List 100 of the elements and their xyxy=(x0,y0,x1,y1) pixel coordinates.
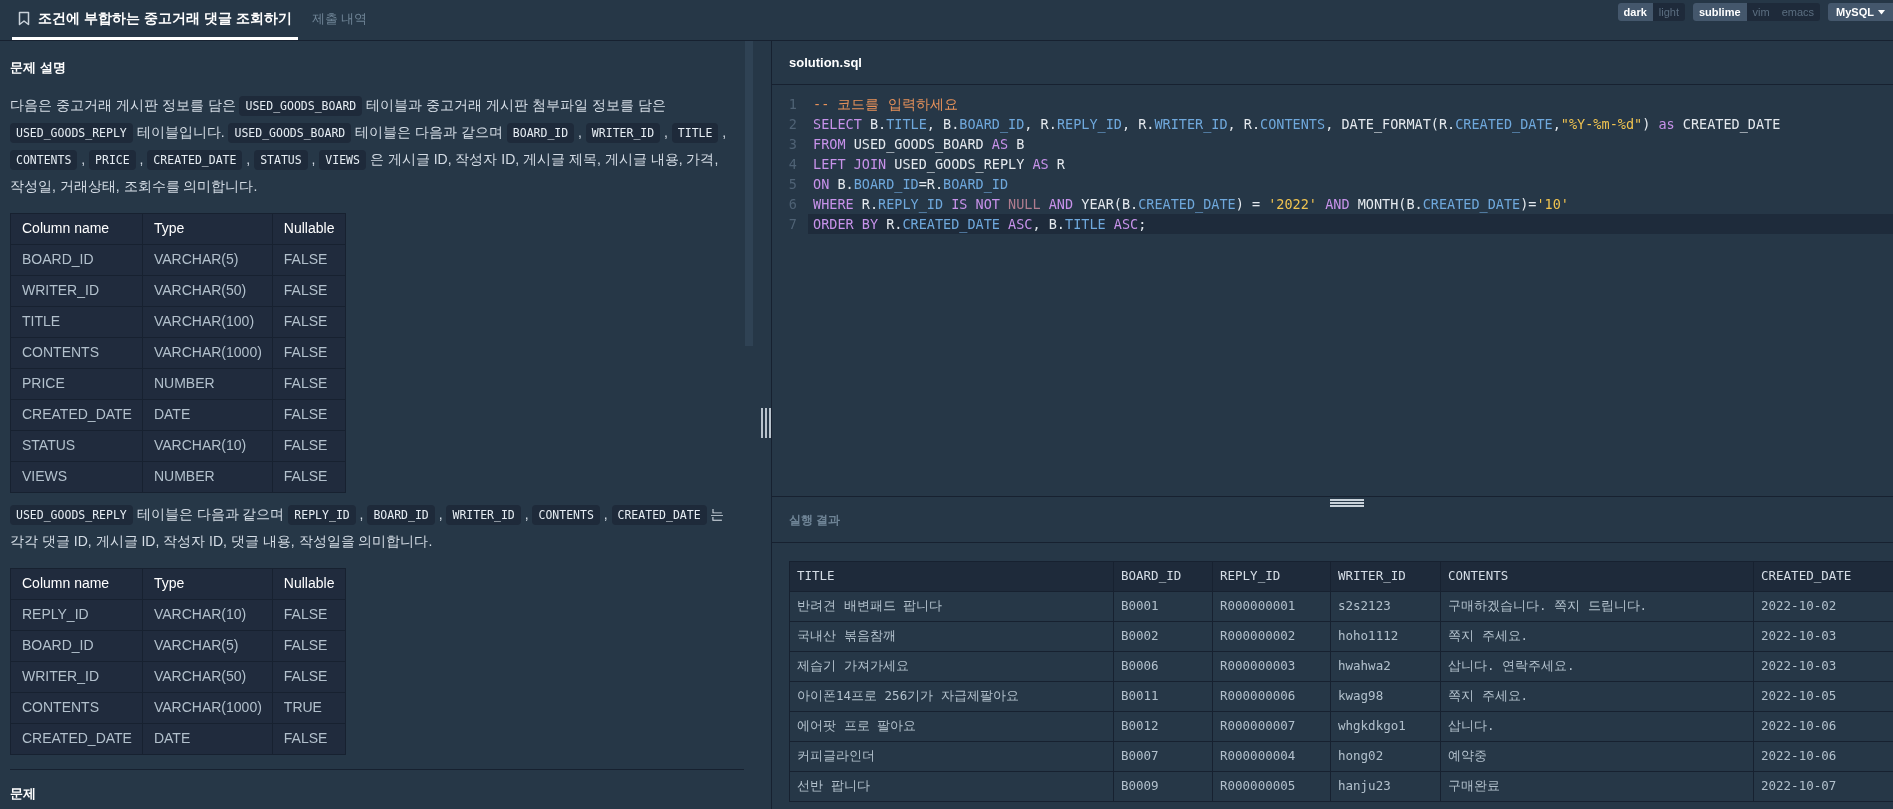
table-cell: R000000005 xyxy=(1212,771,1331,802)
table-cell: B0006 xyxy=(1113,651,1213,682)
column-header: CONTENTS xyxy=(1440,561,1754,592)
table-cell: 커피글라인더 xyxy=(789,741,1114,772)
table-cell: CREATED_DATE xyxy=(10,399,143,430)
table-cell: FALSE xyxy=(272,430,346,461)
table-cell: R000000006 xyxy=(1212,681,1331,712)
table-cell: WRITER_ID xyxy=(10,275,143,306)
resize-handle[interactable] xyxy=(1330,499,1364,507)
table-cell: hwahwa2 xyxy=(1330,651,1441,682)
table-cell: R000000007 xyxy=(1212,711,1331,742)
table-cell: B0007 xyxy=(1113,741,1213,772)
table-cell: FALSE xyxy=(272,337,346,368)
column-header: Nullable xyxy=(272,568,346,599)
column-header: Type xyxy=(142,213,273,244)
paragraph: 다음은 중고거래 게시판 정보를 담은 USED_GOODS_BOARD 테이블과 중고거래 게시판 첨부파일 정보를 담은 USED_GOODS_REPLY 테이블입니다. USED_GOODS_BOARD 테이블은 다음과 같으며 BOARD_ID , WRITER_ID , TITLE , CONTENTS , PRICE , CREATED_DATE , STATUS , VIEWS 은 게시글 ID, 작성자 ID, 게시글 제목, 게시글 내용, 가격, 작성일, 거래상태, 조회수를 의미합니다. xyxy=(10,94,728,196)
table-cell: B0011 xyxy=(1113,681,1213,712)
table-cell: FALSE xyxy=(272,599,346,630)
table-cell: 선반 팝니다 xyxy=(789,771,1114,802)
table-cell: BOARD_ID xyxy=(10,244,143,275)
table-cell: NUMBER xyxy=(142,368,273,399)
table-cell: 에어팟 프로 팔아요 xyxy=(789,711,1114,742)
table-cell: FALSE xyxy=(272,630,346,661)
table-cell: R000000002 xyxy=(1212,621,1331,652)
table-cell: VARCHAR(50) xyxy=(142,275,273,306)
paragraph: USED_GOODS_REPLY 테이블은 다음과 같으며 REPLY_ID , BOARD_ID , WRITER_ID , CONTENTS , CREATED_DATE 는 각각 댓글 ID, 게시글 ID, 작성자 ID, 댓글 내용, 작성일을 의미합니다. xyxy=(10,503,726,551)
table-cell: VARCHAR(5) xyxy=(142,244,273,275)
code-line: SELECT B.TITLE, B.BOARD_ID, R.REPLY_ID, R.WRITER_ID, R.CONTENTS, DATE_FORMAT(R.CREATED_DATE,"%Y-%m-%d") as CREATED_DATE xyxy=(812,114,1782,134)
table-cell: hong02 xyxy=(1330,741,1441,772)
code-line: LEFT JOIN USED_GOODS_REPLY AS R xyxy=(812,154,1066,174)
column-header: BOARD_ID xyxy=(1113,561,1213,592)
table-cell: 구매완료 xyxy=(1440,771,1754,802)
table-cell: R000000001 xyxy=(1212,591,1331,622)
table-cell: s2s2123 xyxy=(1330,591,1441,622)
toggle-option[interactable]: sublime xyxy=(1693,3,1747,21)
table-cell: FALSE xyxy=(272,661,346,692)
table-cell: VARCHAR(50) xyxy=(142,661,273,692)
table-cell: CONTENTS xyxy=(10,337,143,368)
table-cell: FALSE xyxy=(272,723,346,754)
table-cell: 2022-10-02 xyxy=(1753,591,1893,622)
table-cell: hanju23 xyxy=(1330,771,1441,802)
table-cell: PRICE xyxy=(10,368,143,399)
column-header: TITLE xyxy=(789,561,1114,592)
language-dropdown[interactable]: MySQL xyxy=(1828,3,1893,21)
table-cell: B0009 xyxy=(1113,771,1213,802)
table-cell: 2022-10-03 xyxy=(1753,651,1893,682)
column-header: Column name xyxy=(10,568,143,599)
table-cell: B0002 xyxy=(1113,621,1213,652)
table-cell: B0001 xyxy=(1113,591,1213,622)
code-line: -- 코드를 입력하세요 xyxy=(812,94,959,114)
table-cell: VARCHAR(10) xyxy=(142,599,273,630)
table-cell: 삽니다. 연락주세요. xyxy=(1440,651,1754,682)
column-header: WRITER_ID xyxy=(1330,561,1441,592)
table-cell: 쪽지 주세요. xyxy=(1440,621,1754,652)
table-cell: REPLY_ID xyxy=(10,599,143,630)
table-cell: 제습기 가져가세요 xyxy=(789,651,1114,682)
toggle-option[interactable]: dark xyxy=(1617,3,1653,21)
table-cell: STATUS xyxy=(10,430,143,461)
table-cell: TITLE xyxy=(10,306,143,337)
table-cell: VARCHAR(1000) xyxy=(142,692,273,723)
code-line: WHERE R.REPLY_ID IS NOT NULL AND YEAR(B.CREATED_DATE) = '2022' AND MONTH(B.CREATED_DATE)='10' xyxy=(812,194,1570,214)
table-cell: DATE xyxy=(142,399,273,430)
table-cell: B0012 xyxy=(1113,711,1213,742)
table-cell: NUMBER xyxy=(142,461,273,492)
table-cell: DATE xyxy=(142,723,273,754)
resize-handle[interactable] xyxy=(761,408,771,438)
table-cell: kwag98 xyxy=(1330,681,1441,712)
table-cell: FALSE xyxy=(272,368,346,399)
table-cell: VARCHAR(10) xyxy=(142,430,273,461)
code-line: FROM USED_GOODS_BOARD AS B xyxy=(812,134,1026,154)
table-cell: 2022-10-06 xyxy=(1753,711,1893,742)
caret-icon xyxy=(1878,9,1885,15)
table-cell: FALSE xyxy=(272,275,346,306)
table-cell: 2022-10-06 xyxy=(1753,741,1893,772)
table-cell: VIEWS xyxy=(10,461,143,492)
results-heading: 실행 결과 xyxy=(789,511,841,529)
table-cell: BOARD_ID xyxy=(10,630,143,661)
section-heading: 문제 설명 xyxy=(10,59,67,77)
bookmark-icon xyxy=(18,11,30,26)
table-cell: FALSE xyxy=(272,306,346,337)
column-header: Nullable xyxy=(272,213,346,244)
table-cell: 반려견 배변패드 팝니다 xyxy=(789,591,1114,622)
table-cell: FALSE xyxy=(272,244,346,275)
table-cell: R000000004 xyxy=(1212,741,1331,772)
table-cell: VARCHAR(1000) xyxy=(142,337,273,368)
column-header: CREATED_DATE xyxy=(1753,561,1893,592)
table-cell: VARCHAR(5) xyxy=(142,630,273,661)
table-cell: 2022-10-07 xyxy=(1753,771,1893,802)
section-heading: 문제 xyxy=(10,784,37,803)
table-cell: VARCHAR(100) xyxy=(142,306,273,337)
table-cell: 예약중 xyxy=(1440,741,1754,772)
table-cell: 2022-10-05 xyxy=(1753,681,1893,712)
table-cell: 국내산 볶음참깨 xyxy=(789,621,1114,652)
table-cell: hoho1112 xyxy=(1330,621,1441,652)
file-name: solution.sql xyxy=(789,53,862,72)
tab[interactable]: 조건에 부합하는 중고거래 댓글 조회하기 xyxy=(12,0,298,40)
table-cell: WRITER_ID xyxy=(10,661,143,692)
scrollbar[interactable] xyxy=(745,41,753,346)
table-cell: 아이폰14프로 256기가 자급제팔아요 xyxy=(789,681,1114,712)
table-cell: FALSE xyxy=(272,399,346,430)
